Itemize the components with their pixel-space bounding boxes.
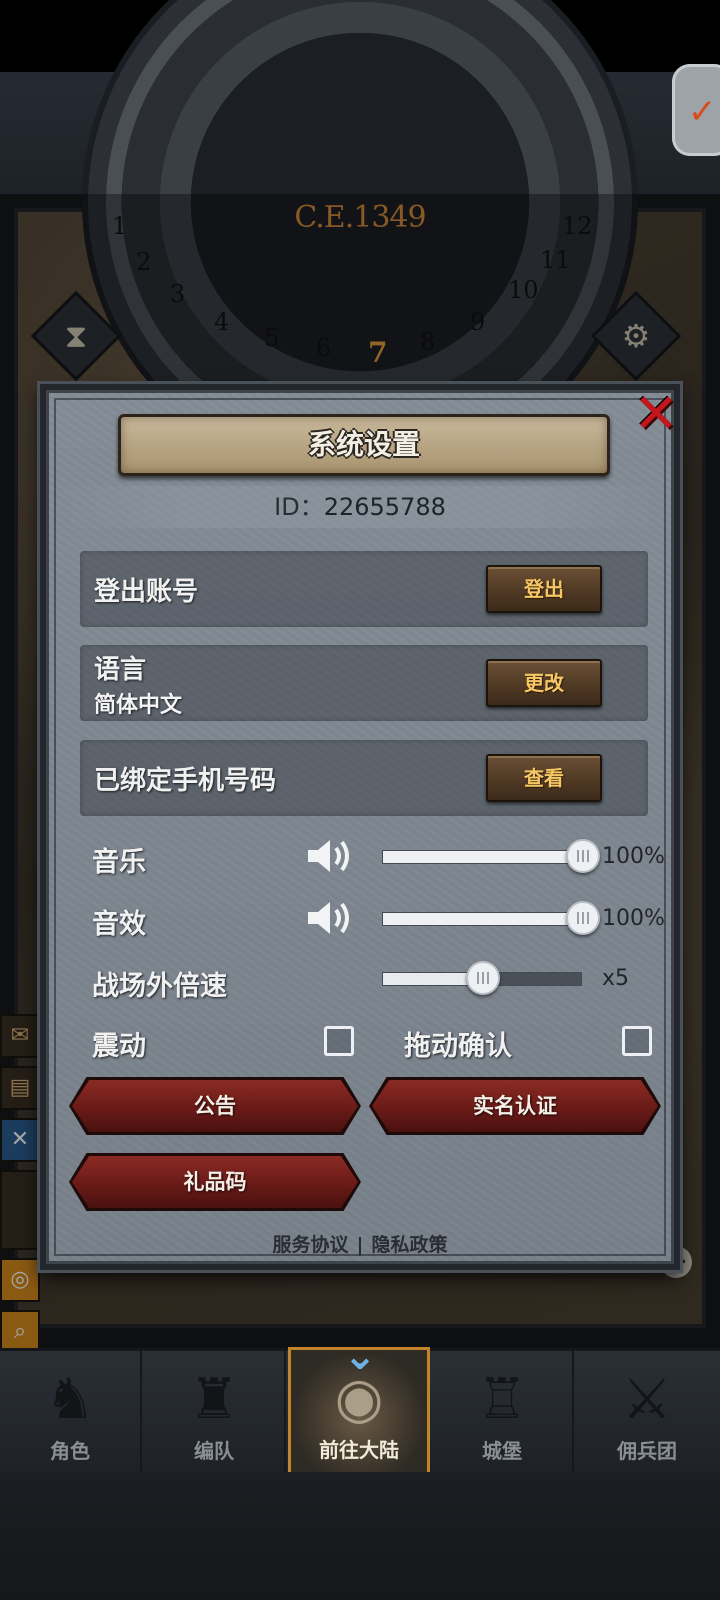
title-banner: 系统设置 <box>118 414 610 476</box>
speed-slider[interactable] <box>382 961 582 995</box>
music-slider-knob[interactable] <box>566 839 600 873</box>
language-value: 简体中文 <box>94 693 183 718</box>
change-language-button[interactable]: 更改 <box>486 659 602 707</box>
sfx-value: 100% <box>602 906 665 931</box>
user-id-label: ID： <box>274 493 324 521</box>
vibration-checkbox[interactable] <box>324 1026 354 1056</box>
gift-code-label: 礼品码 <box>183 1170 247 1194</box>
corner-menu-button[interactable]: ✓ <box>672 64 720 156</box>
nav-item-label: 佣兵团 <box>617 1439 677 1463</box>
close-icon: ✕ <box>633 382 679 445</box>
bottom-letterbox <box>0 1472 720 1600</box>
phone-row: 已绑定手机号码 查看 <box>80 740 648 816</box>
sfx-slider-knob[interactable] <box>566 901 600 935</box>
castle-icon: ♖ <box>476 1367 528 1432</box>
dialog-title: 系统设置 <box>307 428 420 461</box>
sfx-slider-fill <box>383 913 581 925</box>
speed-label: 战场外倍速 <box>92 971 227 1002</box>
chevron-down-icon: ⌄ <box>343 1333 377 1379</box>
logout-row: 登出账号 登出 <box>80 551 648 627</box>
speed-slider-knob[interactable] <box>466 961 500 995</box>
helmet-icon: ♜ <box>188 1367 240 1432</box>
terms-link[interactable]: 服务协议 <box>273 1230 349 1257</box>
vibration-label: 震动 <box>92 1031 146 1062</box>
speaker-icon[interactable] <box>306 836 352 876</box>
footer-links: 服务协议 | 隐私政策 <box>0 1230 720 1257</box>
announcement-label: 公告 <box>194 1094 236 1118</box>
nav-item-label: 前往大陆 <box>319 1438 399 1462</box>
nav-item-label: 城堡 <box>482 1439 522 1463</box>
speed-value: x5 <box>602 966 630 991</box>
nav-item-label: 角色 <box>50 1439 90 1463</box>
nav-item-formation[interactable]: ♜ 编队 <box>144 1351 286 1475</box>
nav-item-label: 编队 <box>194 1439 234 1463</box>
drag-confirm-checkbox[interactable] <box>622 1026 652 1056</box>
sfx-slider[interactable] <box>382 901 600 935</box>
privacy-link[interactable]: 隐私政策 <box>371 1230 447 1257</box>
music-slider-fill <box>383 851 581 863</box>
language-row: 语言 简体中文 更改 <box>80 645 648 721</box>
language-label: 语言 <box>94 655 147 685</box>
real-name-button[interactable]: 实名认证 <box>369 1077 661 1135</box>
gift-code-button[interactable]: 礼品码 <box>69 1153 361 1211</box>
close-button[interactable]: ✕ <box>630 382 682 445</box>
mercenary-icon: ⚔ <box>621 1367 673 1432</box>
drag-confirm-label: 拖动确认 <box>404 1031 512 1062</box>
music-value: 100% <box>602 844 665 869</box>
announcement-button[interactable]: 公告 <box>69 1077 361 1135</box>
knight-icon: ♞ <box>44 1367 96 1432</box>
music-slider[interactable] <box>382 839 600 873</box>
footer-separator: | <box>356 1234 364 1256</box>
real-name-label: 实名认证 <box>473 1094 557 1118</box>
user-id: ID：22655788 <box>58 486 662 528</box>
speaker-icon[interactable] <box>306 898 352 938</box>
phone-label: 已绑定手机号码 <box>94 766 277 796</box>
checkmark-icon: ✓ <box>688 92 717 132</box>
logout-button[interactable]: 登出 <box>486 565 602 613</box>
user-id-value: 22655788 <box>323 493 446 521</box>
music-label: 音乐 <box>92 847 146 878</box>
logout-label: 登出账号 <box>94 577 199 607</box>
view-phone-button[interactable]: 查看 <box>486 754 602 802</box>
nav-item-mercenary[interactable]: ⚔ 佣兵团 <box>576 1351 718 1475</box>
nav-item-castle[interactable]: ♖ 城堡 <box>432 1351 574 1475</box>
sfx-label: 音效 <box>92 909 146 940</box>
nav-item-character[interactable]: ♞ 角色 <box>0 1351 142 1475</box>
